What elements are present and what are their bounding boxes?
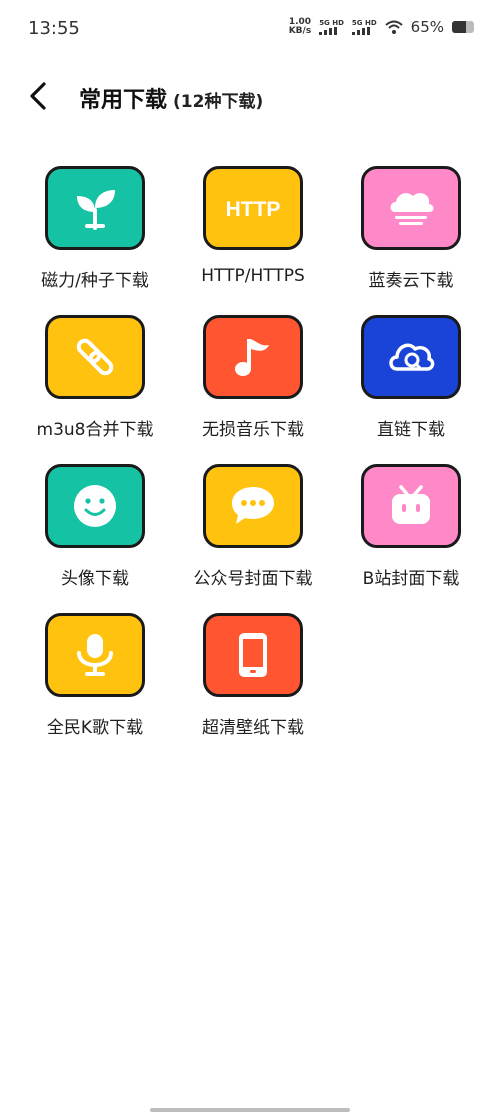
- app-header: 常用下载 (12种下载): [0, 70, 500, 122]
- tile-avatar[interactable]: 头像下载: [16, 464, 174, 599]
- tile-label: 蓝奏云下载: [368, 271, 454, 291]
- battery-percent: 65%: [410, 18, 444, 36]
- tile-wechat-cover[interactable]: 公众号封面下载: [174, 464, 332, 599]
- tile-icon-box: [361, 166, 461, 250]
- tile-m3u8-merge[interactable]: m3u8合并下载: [16, 315, 174, 450]
- tile-icon-box: [45, 315, 145, 399]
- sim2-label: 5G HD: [351, 19, 377, 27]
- tile-icon-box: [45, 166, 145, 250]
- tile-label: 直链下载: [377, 420, 445, 440]
- http-icon: HTTP: [226, 198, 281, 221]
- sim1-label: 5G HD: [319, 19, 344, 27]
- bilibili-tv-icon: [392, 485, 430, 524]
- phone-icon: [239, 633, 267, 677]
- tile-label: B站封面下载: [362, 569, 460, 589]
- chevron-left-icon: [30, 82, 46, 110]
- link-icon: [76, 338, 114, 376]
- cloud-search-icon: [389, 343, 435, 371]
- tile-hd-wallpaper[interactable]: 超清壁纸下载: [174, 613, 332, 748]
- status-bar: 13:55 1.00 KB/s 5G HD 5G HD 65%: [0, 0, 500, 58]
- sprout-icon: [77, 190, 115, 230]
- signal-sim1: 5G HD: [319, 19, 344, 35]
- status-time: 13:55: [28, 18, 80, 39]
- tile-icon-box: [361, 464, 461, 548]
- tile-quanmin-kge[interactable]: 全民K歌下载: [16, 613, 174, 748]
- signal-sim2: 5G HD: [351, 19, 377, 35]
- music-note-icon: [235, 339, 269, 376]
- tile-lossless-music[interactable]: 无损音乐下载: [174, 315, 332, 450]
- tile-icon-box: [203, 315, 303, 399]
- tile-label: HTTP/HTTPS: [201, 266, 305, 286]
- smiley-icon: [74, 485, 116, 527]
- tile-bilibili-cover[interactable]: B站封面下载: [332, 464, 490, 599]
- tile-label: m3u8合并下载: [36, 420, 154, 440]
- screen: 13:55 1.00 KB/s 5G HD 5G HD 65% 常用下载 (12…: [0, 0, 500, 1115]
- download-type-grid: 磁力/种子下载 HTTP HTTP/HTTPS 蓝奏云下载 m3u8合并下载 无…: [16, 166, 490, 748]
- home-indicator[interactable]: [150, 1108, 350, 1112]
- http-icon-text: HTTP: [226, 198, 281, 221]
- signal-bars-icon: [351, 27, 370, 35]
- tile-label: 无损音乐下载: [202, 420, 304, 440]
- signal-bars-icon: [319, 27, 338, 35]
- status-indicators: 1.00 KB/s 5G HD 5G HD 65%: [289, 18, 474, 36]
- network-speed-unit: KB/s: [288, 26, 312, 36]
- page-title: 常用下载 (12种下载): [79, 82, 263, 114]
- page-subtitle: (12种下载): [173, 92, 264, 112]
- cloud-icon: [390, 193, 434, 225]
- page-title-text: 常用下载: [79, 88, 168, 113]
- back-button[interactable]: [22, 78, 58, 114]
- tile-lanzou-cloud[interactable]: 蓝奏云下载: [332, 166, 490, 301]
- tile-label: 公众号封面下载: [193, 569, 313, 589]
- tile-icon-box: HTTP: [203, 166, 303, 250]
- tile-icon-box: [361, 315, 461, 399]
- tile-icon-box: [203, 464, 303, 548]
- tile-label: 磁力/种子下载: [41, 271, 149, 291]
- chat-bubble-icon: [232, 487, 274, 524]
- tile-direct-link[interactable]: 直链下载: [332, 315, 490, 450]
- microphone-icon: [77, 634, 113, 676]
- tile-icon-box: [45, 464, 145, 548]
- tile-icon-box: [203, 613, 303, 697]
- tile-label: 头像下载: [61, 569, 129, 589]
- battery-fill: [452, 21, 467, 33]
- wifi-icon: [384, 20, 403, 34]
- tile-http-https[interactable]: HTTP HTTP/HTTPS: [174, 166, 332, 301]
- network-speed: 1.00 KB/s: [289, 18, 311, 36]
- tile-icon-box: [45, 613, 145, 697]
- battery-icon: [452, 21, 474, 33]
- tile-label: 超清壁纸下载: [202, 718, 304, 738]
- tile-label: 全民K歌下载: [46, 718, 144, 738]
- tile-magnet-torrent[interactable]: 磁力/种子下载: [16, 166, 174, 301]
